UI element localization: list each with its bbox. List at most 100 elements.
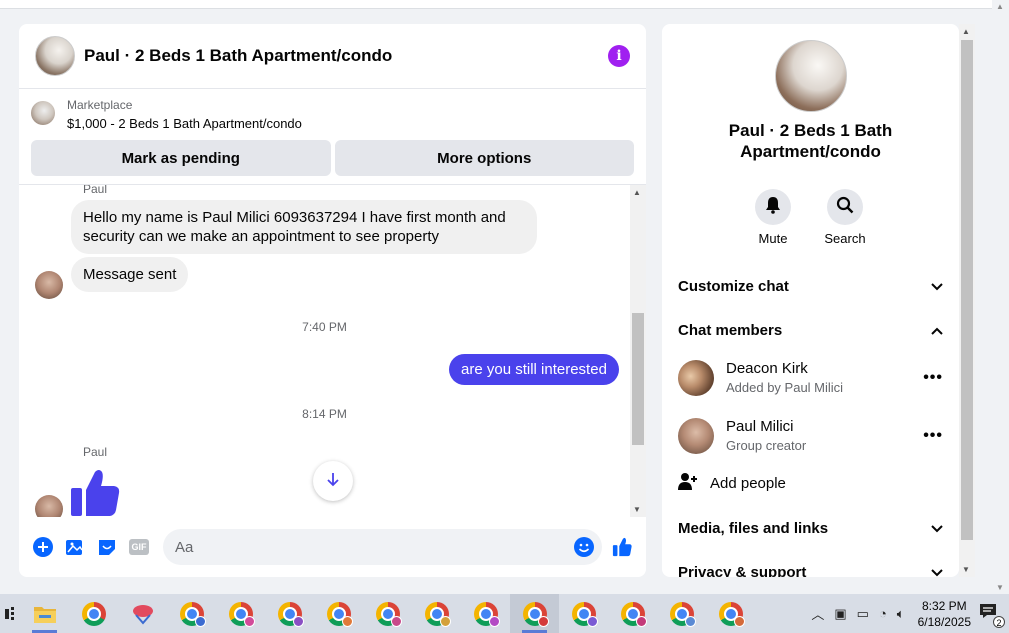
bell-icon [764,196,782,219]
message-scrollbar[interactable]: ▲ ▼ [630,185,646,517]
chat-header: Paul · 2 Beds 1 Bath Apartment/condo i [19,24,646,89]
emoji-icon[interactable] [574,537,594,561]
top-strip [0,0,992,9]
chrome-profile-icon[interactable] [412,594,461,633]
chat-panel: Paul · 2 Beds 1 Bath Apartment/condo i M… [19,24,646,577]
search-icon [836,196,854,219]
wifi-icon[interactable]: ◔ [879,606,887,621]
gif-label: GIF [129,539,149,555]
member-name: Paul Milici [726,418,794,435]
chrome-icon[interactable] [69,594,118,633]
snipping-tool-icon[interactable] [118,594,167,633]
mark-pending-button[interactable]: Mark as pending [31,140,331,176]
volume-icon[interactable]: 🔈︎ [897,606,905,622]
add-people-label: Add people [710,474,786,492]
chat-avatar[interactable] [35,36,75,76]
arrow-down-icon [325,471,341,492]
notification-icon[interactable]: 2 [979,603,1005,628]
system-tray: ︿ ▣ ▭ ◔ 🔈︎ 8:32 PM 6/18/2025 2 [806,594,1009,633]
timestamp: 8:14 PM [302,407,347,421]
media-files-row[interactable]: Media, files and links [678,513,943,543]
chrome-profile-icon[interactable] [216,594,265,633]
more-icon[interactable]: ••• [923,369,943,387]
message-input-placeholder: Aa [175,538,194,556]
chat-members-label: Chat members [678,321,783,339]
incoming-message[interactable]: Message sent [71,257,189,292]
battery-icon[interactable]: ▭ [857,606,869,622]
chrome-profile-icon[interactable] [559,594,608,633]
chrome-profile-icon[interactable] [608,594,657,633]
sender-name: Paul [83,445,108,459]
chrome-profile-icon[interactable] [265,594,314,633]
clock-date: 6/18/2025 [917,614,971,629]
gif-icon[interactable]: GIF [129,537,149,557]
photo-icon[interactable] [65,537,85,557]
group-avatar[interactable] [775,40,847,112]
chevron-up-icon [931,322,943,339]
info-icon[interactable]: i [608,45,630,67]
member-avatar[interactable] [678,418,714,454]
incoming-message[interactable]: Hello my name is Paul Milici 6093637294 … [71,200,537,254]
chrome-profile-icon[interactable] [363,594,412,633]
member-row[interactable]: Deacon Kirk Added by Paul Milici ••• [678,356,943,400]
clock-time: 8:32 PM [921,598,967,613]
add-people-button[interactable]: Add people [678,471,786,495]
sender-avatar[interactable] [35,271,63,299]
chrome-profile-icon[interactable] [314,594,363,633]
customize-chat-row[interactable]: Customize chat [678,271,943,301]
customize-chat-label: Customize chat [678,277,789,295]
more-icon[interactable]: ••• [923,427,943,445]
member-role: Added by Paul Milici [726,380,844,395]
message-input[interactable]: Aa [163,529,602,565]
chrome-profile-icon[interactable] [706,594,755,633]
file-explorer-icon[interactable] [20,594,69,633]
notification-count: 2 [993,616,1005,628]
cloud-icon[interactable]: ▣ [834,606,846,622]
search-label: Search [824,231,866,246]
chat-info-panel: Paul · 2 Beds 1 Bath Apartment/condo Mut… [662,24,959,577]
chat-title[interactable]: Paul · 2 Beds 1 Bath Apartment/condo [84,46,608,66]
sender-name: Paul [83,185,108,196]
search-button[interactable]: Search [815,189,875,246]
chevron-down-icon [931,278,943,295]
message-list[interactable]: Paul Hello my name is Paul Milici 609363… [19,185,630,517]
composer: GIF Aa [19,527,646,567]
mute-label: Mute [758,231,788,246]
like-send-icon[interactable] [612,537,632,557]
group-title: Paul · 2 Beds 1 Bath Apartment/condo [728,121,893,161]
outgoing-message[interactable]: are you still interested [449,354,619,385]
member-name: Deacon Kirk [726,360,808,377]
marketplace-box: Marketplace $1,000 - 2 Beds 1 Bath Apart… [19,89,646,185]
chevron-up-icon[interactable]: ︿ [811,604,824,623]
chrome-profile-icon-active[interactable] [510,594,559,633]
sender-avatar[interactable] [35,495,63,517]
member-role: Group creator [726,438,807,453]
taskbar: ︿ ▣ ▭ ◔ 🔈︎ 8:32 PM 6/18/2025 2 [0,594,1009,633]
chrome-profile-icon[interactable] [461,594,510,633]
add-person-icon [678,471,698,495]
member-avatar[interactable] [678,360,714,396]
chevron-down-icon [931,564,943,578]
marketplace-label: Marketplace [67,98,133,112]
chevron-down-icon [931,520,943,537]
privacy-support-row[interactable]: Privacy & support [678,557,943,577]
media-files-label: Media, files and links [678,519,829,537]
chat-members-row[interactable]: Chat members [678,315,943,345]
page-scrollbar[interactable]: ▲ ▼ [992,0,1009,594]
listing-title[interactable]: $1,000 - 2 Beds 1 Bath Apartment/condo [67,114,302,133]
privacy-support-label: Privacy & support [678,563,807,578]
more-options-button[interactable]: More options [334,140,634,176]
scroll-to-bottom-button[interactable] [313,461,353,501]
plus-icon[interactable] [33,537,53,557]
listing-thumbnail[interactable] [31,101,55,125]
sticker-icon[interactable] [97,537,117,557]
timestamp: 7:40 PM [302,320,347,334]
task-view-icon[interactable] [0,594,20,633]
member-row[interactable]: Paul Milici Group creator ••• [678,414,943,458]
thumbs-up-icon [69,468,121,517]
chrome-profile-icon[interactable] [167,594,216,633]
clock[interactable]: 8:32 PM 6/18/2025 [918,598,971,630]
mute-button[interactable]: Mute [743,189,803,246]
side-scrollbar[interactable]: ▲ ▼ [959,24,975,577]
chrome-profile-icon[interactable] [657,594,706,633]
